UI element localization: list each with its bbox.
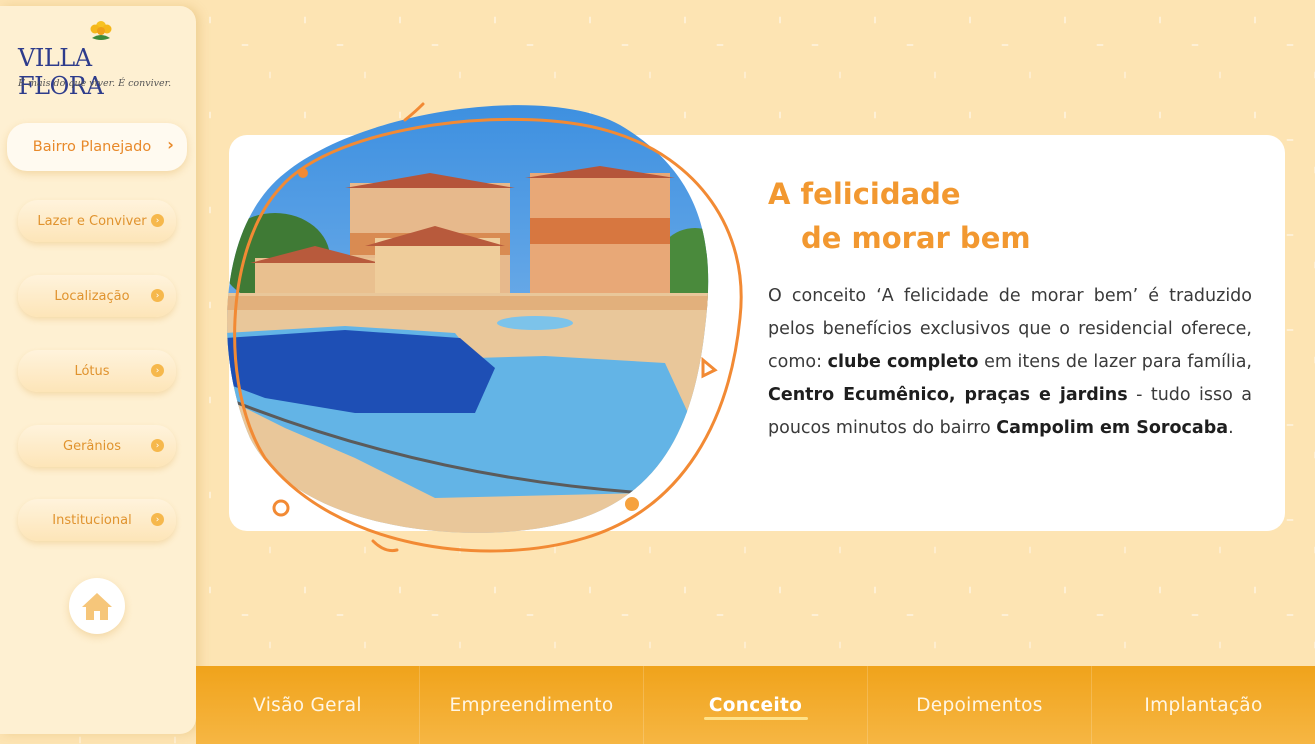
tab-label: Conceito [708, 694, 803, 716]
tab-depoimentos[interactable]: Depoimentos [868, 666, 1092, 744]
home-button[interactable] [69, 578, 125, 634]
tab-label: Depoimentos [916, 694, 1043, 716]
highlight-centro: Centro Ecumênico, praças e jardins [768, 385, 1128, 405]
sidebar-item-label: Localização [54, 288, 130, 304]
sidebar-item-label: Lótus [74, 363, 110, 379]
sidebar: VILLA FLORA É mais do que viver. É convi… [0, 6, 196, 734]
sidebar-item-label: Institucional [52, 512, 132, 528]
tab-empreendimento[interactable]: Empreendimento [420, 666, 644, 744]
sidebar-item-bairro-planejado[interactable]: Bairro Planejado › [7, 123, 187, 171]
title-line-2: de morar bem [801, 221, 1031, 255]
sidebar-item-geranios[interactable]: Gerânios › [18, 425, 176, 467]
highlight-clube: clube completo [827, 352, 979, 372]
chevron-right-icon: › [151, 364, 164, 377]
brand-tagline: É mais do que viver. É conviver. [18, 78, 172, 89]
tab-visao-geral[interactable]: Visão Geral [196, 666, 420, 744]
tab-label: Implantação [1144, 694, 1263, 716]
sidebar-item-label: Gerânios [63, 438, 121, 454]
home-icon [82, 593, 112, 620]
logo[interactable]: VILLA FLORA É mais do que viver. É convi… [16, 16, 181, 100]
bottom-tab-bar: Visão Geral Empreendimento Conceito Depo… [196, 666, 1315, 744]
sidebar-item-lotus[interactable]: Lótus › [18, 350, 176, 392]
sidebar-item-label: Bairro Planejado [32, 139, 152, 155]
brand-name: VILLA FLORA [18, 44, 104, 100]
sidebar-item-lazer-e-conviver[interactable]: Lazer e Conviver › [18, 200, 176, 242]
chevron-right-icon: › [151, 513, 164, 526]
page-title: A felicidade de morar bem [768, 172, 1031, 260]
tab-label: Empreendimento [449, 694, 614, 716]
sidebar-item-label: Lazer e Conviver [37, 213, 147, 229]
chevron-right-icon: › [151, 439, 164, 452]
title-line-1: A felicidade [768, 177, 961, 211]
highlight-campolim: Campolim em Sorocaba [996, 418, 1229, 438]
description-text: . [1228, 418, 1234, 438]
tab-implantacao[interactable]: Implantação [1092, 666, 1315, 744]
pool-photo [227, 102, 743, 553]
tab-label: Visão Geral [253, 694, 362, 716]
description-text: em itens de lazer para família, [978, 352, 1252, 372]
chevron-right-icon: › [151, 214, 164, 227]
tab-conceito[interactable]: Conceito [644, 666, 868, 744]
active-tab-underline [703, 717, 808, 720]
description: O conceito ‘A felicidade de morar bem’ é… [768, 280, 1252, 445]
chevron-right-icon: › [151, 289, 164, 302]
chevron-right-icon: › [167, 135, 174, 154]
sidebar-item-localizacao[interactable]: Localização › [18, 275, 176, 317]
sidebar-item-institucional[interactable]: Institucional › [18, 499, 176, 541]
